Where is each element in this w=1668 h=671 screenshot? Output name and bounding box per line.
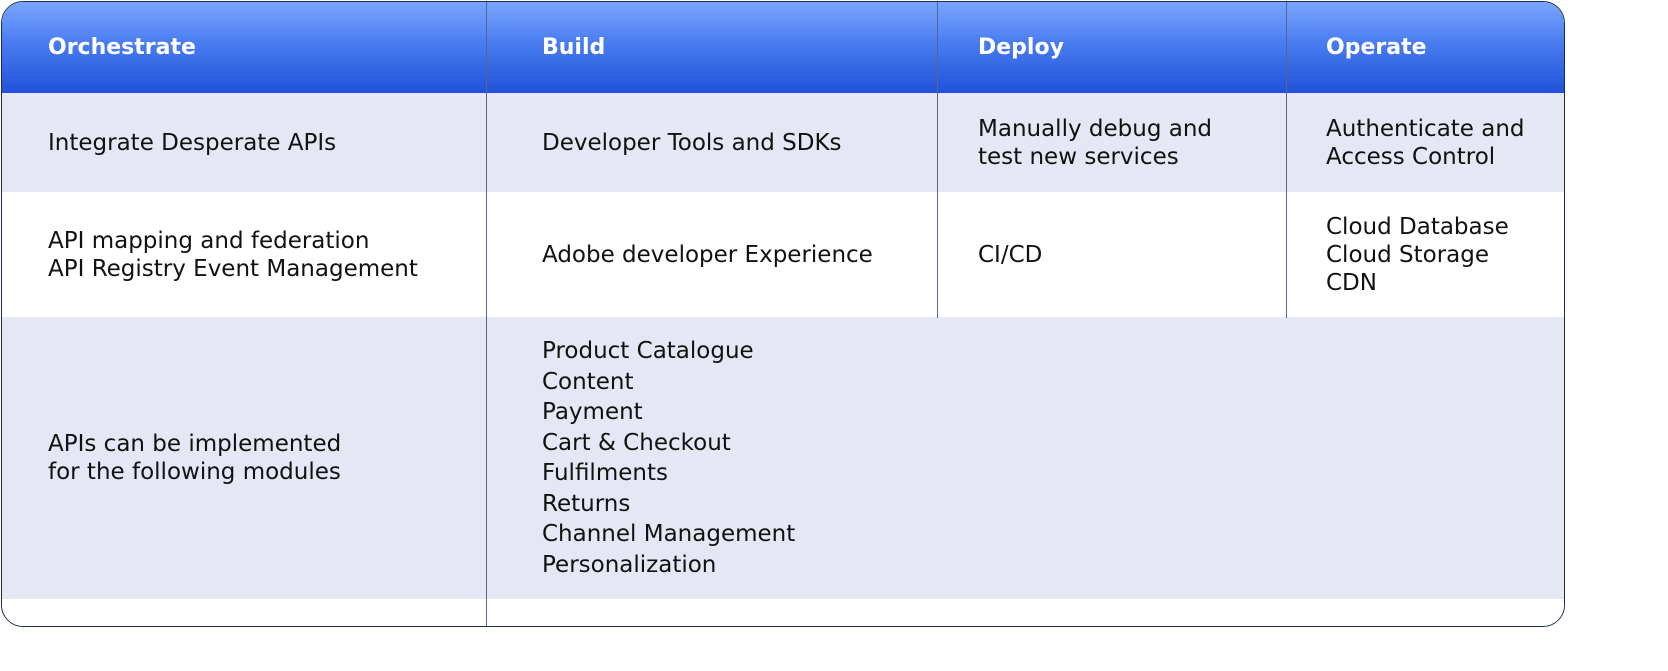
cell-text: Access Control [1326,143,1496,170]
list-item: Content [542,368,634,395]
capabilities-table: Orchestrate Build Deploy Operate Integra… [1,1,1565,627]
cell-deploy-row1: Manually debug and test new services [978,93,1278,192]
header-operate: Operate [1326,2,1564,93]
cell-text: CDN [1326,269,1377,296]
cell-text: test new services [978,143,1179,170]
header-label: Deploy [978,34,1064,60]
cell-text: Integrate Desperate APIs [48,129,337,156]
cell-text: CI/CD [978,241,1043,268]
cell-deploy-row2: CI/CD [978,192,1278,317]
list-item: Personalization [542,551,717,578]
cell-operate-row2: Cloud Database Cloud Storage CDN [1326,192,1564,317]
list-item: Cart & Checkout [542,429,731,456]
cell-text: for the following modules [48,459,341,485]
cell-text: Manually debug and [978,115,1212,142]
cell-operate-row1: Authenticate and Access Control [1326,93,1564,192]
header-build: Build [542,2,932,93]
modules-list: Product Catalogue Content Payment Cart &… [542,317,932,599]
cell-text: Authenticate and [1326,115,1525,142]
cell-text: Adobe developer Experience [542,241,873,268]
list-item: Channel Management [542,521,796,547]
cell-text: API Registry Event Management [48,255,418,282]
column-divider [486,2,487,626]
cell-orchestrate-row1: Integrate Desperate APIs [48,93,478,192]
header-label: Orchestrate [48,34,196,60]
cell-text: API mapping and federation [48,227,370,254]
list-item: Product Catalogue [542,338,754,364]
column-divider [937,2,938,318]
list-item: Payment [542,399,643,425]
header-orchestrate: Orchestrate [48,2,478,93]
table-footer-row [2,599,1564,626]
cell-build-row1: Developer Tools and SDKs [542,93,932,192]
column-divider [1286,2,1287,318]
cell-text: Developer Tools and SDKs [542,129,842,156]
header-deploy: Deploy [978,2,1278,93]
cell-text: Cloud Storage [1326,241,1489,268]
cell-text: Cloud Database [1326,213,1509,240]
cell-text: APIs can be implemented [48,431,342,457]
header-label: Build [542,34,606,60]
list-item: Returns [542,490,631,517]
cell-build-row2: Adobe developer Experience [542,192,932,317]
cell-orchestrate-row2: API mapping and federation API Registry … [48,192,478,317]
header-label: Operate [1326,34,1427,60]
cell-orchestrate-row3: APIs can be implemented for the followin… [48,317,478,599]
list-item: Fulfilments [542,460,668,486]
